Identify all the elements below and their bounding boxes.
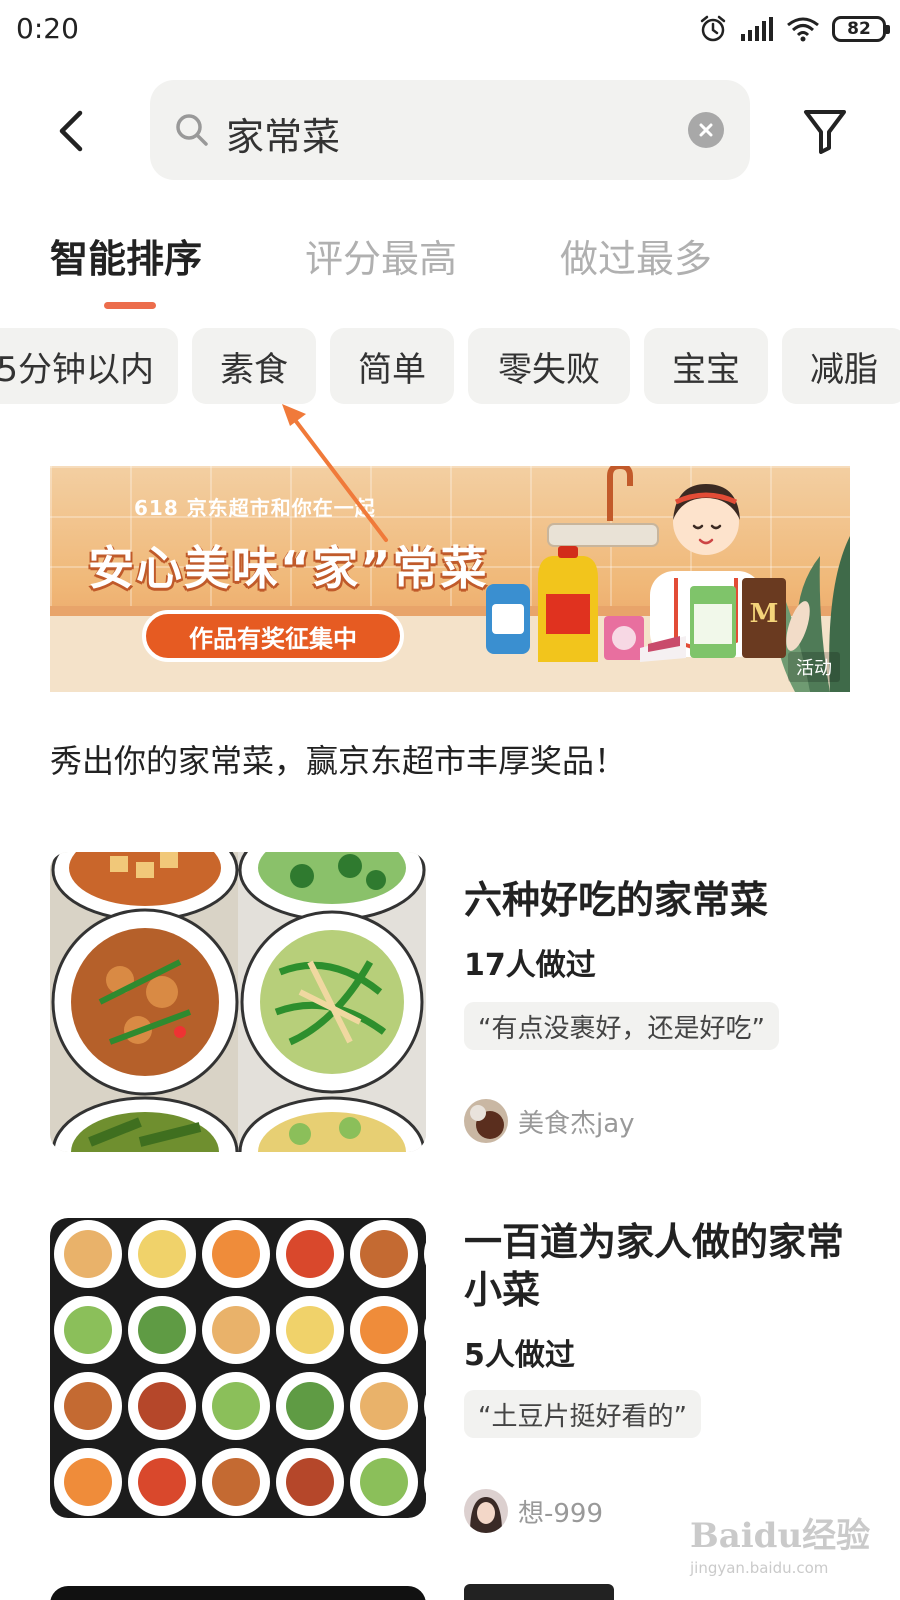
chip-baby[interactable]: 宝宝 xyxy=(644,328,768,404)
author-name: 想-999 xyxy=(518,1498,604,1529)
banner-cta-button[interactable]: 作品有奖征集中 xyxy=(142,610,404,662)
recipe-author[interactable]: 美食杰jay xyxy=(464,1098,635,1144)
filter-chip-row: 5分钟以内 素食 简单 零失败 宝宝 减脂 xyxy=(0,328,900,404)
recipe-image[interactable] xyxy=(50,1218,426,1518)
next-recipe-image[interactable] xyxy=(50,1586,426,1600)
signal-icon xyxy=(741,17,773,41)
avatar xyxy=(464,1099,508,1143)
recipe-image[interactable] xyxy=(50,852,426,1152)
recipe-title[interactable]: 六种好吃的家常菜 xyxy=(464,876,854,924)
filter-icon xyxy=(804,110,846,154)
recipe-comment: “有点没裹好，还是好吃” xyxy=(464,1002,779,1050)
alarm-icon xyxy=(700,15,726,42)
back-button[interactable] xyxy=(48,100,94,162)
status-time: 0:20 xyxy=(16,12,79,45)
svg-text:M: M xyxy=(750,599,779,629)
chip-vegetarian[interactable]: 素食 xyxy=(192,328,316,404)
promo-text[interactable]: 秀出你的家常菜，赢京东超市丰厚奖品！ xyxy=(50,736,626,782)
tab-smart-sort[interactable]: 智能排序 xyxy=(50,228,202,283)
search-bar[interactable]: 家常菜 xyxy=(150,80,750,180)
tab-top-rated[interactable]: 评分最高 xyxy=(305,228,457,283)
watermark-logo: Baidu经验 xyxy=(690,1516,871,1556)
search-icon xyxy=(176,114,208,146)
chip-under-5-min[interactable]: 5分钟以内 xyxy=(0,328,178,404)
recipe-comment: “土豆片挺好看的” xyxy=(464,1390,701,1438)
recipe-made-count: 17人做过 xyxy=(464,948,596,983)
active-tab-indicator xyxy=(104,302,156,309)
recipe-photo-hundred-dishes xyxy=(50,1218,426,1518)
baidu-watermark: Baidu经验 jingyan.baidu.com xyxy=(690,1508,890,1588)
battery-indicator: 82 xyxy=(832,16,890,42)
recipe-photo-six-dishes xyxy=(50,852,426,1152)
chevron-left-icon xyxy=(59,110,83,152)
wifi-icon xyxy=(787,17,819,42)
tab-most-made[interactable]: 做过最多 xyxy=(560,228,712,283)
banner-activity-tag: 活动 xyxy=(788,652,840,682)
recipe-made-count: 5人做过 xyxy=(464,1338,575,1373)
chip-foolproof[interactable]: 零失败 xyxy=(468,328,630,404)
chip-fat-loss[interactable]: 减脂 xyxy=(782,328,900,404)
banner-subtitle: 618 京东超市和你在一起 xyxy=(134,496,376,520)
author-name: 美食杰jay xyxy=(518,1108,635,1139)
avatar xyxy=(464,1489,508,1533)
search-input[interactable]: 家常菜 xyxy=(226,106,340,161)
filter-button[interactable] xyxy=(800,106,850,156)
clear-search-button[interactable] xyxy=(688,112,724,148)
promo-banner[interactable]: M 618 京东超市和你在一起 安心美味“家”常菜 作品有奖征集中 活动 xyxy=(50,466,850,692)
watermark-url: jingyan.baidu.com xyxy=(690,1559,829,1577)
chip-simple[interactable]: 简单 xyxy=(330,328,454,404)
recipe-title[interactable]: 一百道为家人做的家常小菜 xyxy=(464,1218,854,1314)
status-icons: 82 xyxy=(698,14,890,44)
close-icon xyxy=(699,123,713,137)
recipe-author[interactable]: 想-999 xyxy=(464,1488,603,1534)
status-bar: 0:20 82 xyxy=(0,0,900,62)
banner-title: 安心美味“家”常菜 xyxy=(88,541,489,595)
